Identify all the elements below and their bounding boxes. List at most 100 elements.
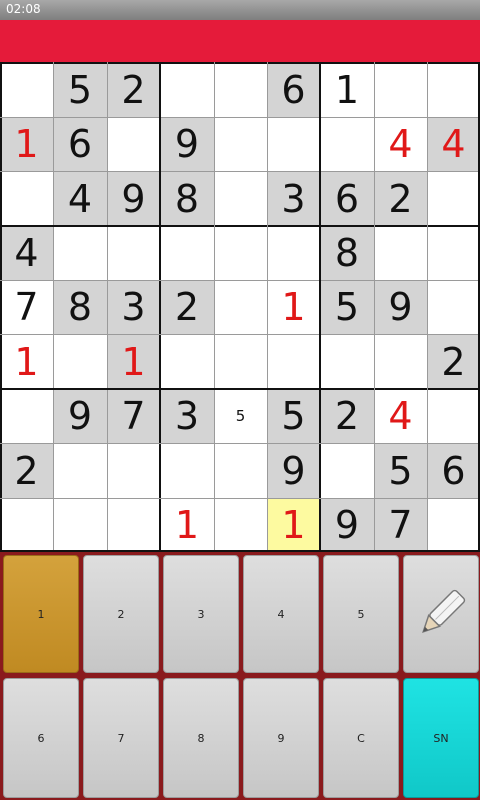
board-cell-r3c1[interactable] <box>0 171 53 226</box>
board-cell-r9c7[interactable]: 9 <box>320 498 374 552</box>
board-cell-r8c1[interactable]: 2 <box>0 443 53 498</box>
board-cell-r3c8[interactable]: 2 <box>374 171 427 226</box>
board-cell-r7c8[interactable]: 4 <box>374 389 427 443</box>
board-cell-r1c8[interactable] <box>374 62 427 117</box>
board-cell-r6c9[interactable]: 2 <box>427 334 480 389</box>
digit-8-button[interactable]: 8 <box>163 678 239 798</box>
board-cell-r6c6[interactable] <box>267 334 320 389</box>
board-cell-r7c4[interactable]: 3 <box>160 389 214 443</box>
board-cell-r1c9[interactable] <box>427 62 480 117</box>
board-cell-r6c3[interactable]: 1 <box>107 334 160 389</box>
board-cell-r2c1[interactable]: 1 <box>0 117 53 171</box>
key-label: 4 <box>277 607 285 621</box>
board-cell-r6c5[interactable] <box>214 334 267 389</box>
board-cell-r3c5[interactable] <box>214 171 267 226</box>
board-cell-r4c1[interactable]: 4 <box>0 226 53 280</box>
digit-4-button[interactable]: 4 <box>243 555 319 673</box>
digit-3-button[interactable]: 3 <box>163 555 239 673</box>
digit-6-button[interactable]: 6 <box>3 678 79 798</box>
board-cell-r7c5[interactable]: 5 <box>214 389 267 443</box>
board-cell-r6c4[interactable] <box>160 334 214 389</box>
board-cell-r9c2[interactable] <box>53 498 107 552</box>
board-cell-r3c3[interactable]: 9 <box>107 171 160 226</box>
digit-5-button[interactable]: 5 <box>323 555 399 673</box>
board-cell-r1c2[interactable]: 5 <box>53 62 107 117</box>
board-cell-r3c9[interactable] <box>427 171 480 226</box>
board-cell-r9c6[interactable]: 1 <box>267 498 320 552</box>
board-cell-r4c5[interactable] <box>214 226 267 280</box>
board-cell-r8c3[interactable] <box>107 443 160 498</box>
board-cell-r8c5[interactable] <box>214 443 267 498</box>
sn-button[interactable]: SN <box>403 678 479 798</box>
board-cell-r5c2[interactable]: 8 <box>53 280 107 334</box>
board-cell-r2c8[interactable]: 4 <box>374 117 427 171</box>
board-cell-r4c7[interactable]: 8 <box>320 226 374 280</box>
board-cell-r8c4[interactable] <box>160 443 214 498</box>
board-cell-r5c7[interactable]: 5 <box>320 280 374 334</box>
board-cell-r3c2[interactable]: 4 <box>53 171 107 226</box>
board-cell-r2c5[interactable] <box>214 117 267 171</box>
board-cell-r8c9[interactable]: 6 <box>427 443 480 498</box>
board-cell-r5c4[interactable]: 2 <box>160 280 214 334</box>
board-cell-r8c6[interactable]: 9 <box>267 443 320 498</box>
board-cell-r1c1[interactable] <box>0 62 53 117</box>
board-cell-r7c2[interactable]: 9 <box>53 389 107 443</box>
board-cell-r1c7[interactable]: 1 <box>320 62 374 117</box>
board-cell-r7c6[interactable]: 5 <box>267 389 320 443</box>
board-cell-r4c6[interactable] <box>267 226 320 280</box>
digit-9-button[interactable]: 9 <box>243 678 319 798</box>
grid-line-horizontal <box>0 498 480 499</box>
board-cell-r3c7[interactable]: 6 <box>320 171 374 226</box>
grid-line-vertical <box>0 62 2 552</box>
grid-line-vertical <box>267 62 268 552</box>
board-cell-r6c2[interactable] <box>53 334 107 389</box>
board-cell-r5c6[interactable]: 1 <box>267 280 320 334</box>
board-cell-r5c3[interactable]: 3 <box>107 280 160 334</box>
board-cell-r4c3[interactable] <box>107 226 160 280</box>
board-cell-r9c1[interactable] <box>0 498 53 552</box>
board-cell-r9c3[interactable] <box>107 498 160 552</box>
board-cell-r8c2[interactable] <box>53 443 107 498</box>
board-cell-r9c4[interactable]: 1 <box>160 498 214 552</box>
board-cell-r9c8[interactable]: 7 <box>374 498 427 552</box>
board-cell-r2c2[interactable]: 6 <box>53 117 107 171</box>
board-cell-r5c1[interactable]: 7 <box>0 280 53 334</box>
board-cell-r1c6[interactable]: 6 <box>267 62 320 117</box>
board-cell-r1c3[interactable]: 2 <box>107 62 160 117</box>
board-cell-r1c5[interactable] <box>214 62 267 117</box>
board-cell-r3c6[interactable]: 3 <box>267 171 320 226</box>
number-keypad: 1 2 3 4 5 6 7 8 9 C SN <box>0 552 480 800</box>
board-cell-r1c4[interactable] <box>160 62 214 117</box>
board-cell-r4c2[interactable] <box>53 226 107 280</box>
board-cell-r7c9[interactable] <box>427 389 480 443</box>
board-cell-r2c3[interactable] <box>107 117 160 171</box>
board-cell-r7c7[interactable]: 2 <box>320 389 374 443</box>
board-cell-r3c4[interactable]: 8 <box>160 171 214 226</box>
board-cell-r7c1[interactable] <box>0 389 53 443</box>
board-cell-r2c7[interactable] <box>320 117 374 171</box>
board-cell-r7c3[interactable]: 7 <box>107 389 160 443</box>
grid-line-horizontal <box>0 62 480 64</box>
board-cell-r2c9[interactable]: 4 <box>427 117 480 171</box>
board-cell-r2c4[interactable]: 9 <box>160 117 214 171</box>
clear-button[interactable]: C <box>323 678 399 798</box>
digit-7-button[interactable]: 7 <box>83 678 159 798</box>
board-cell-r6c1[interactable]: 1 <box>0 334 53 389</box>
board-cell-r8c8[interactable]: 5 <box>374 443 427 498</box>
board-cell-r4c8[interactable] <box>374 226 427 280</box>
title-bar <box>0 20 480 62</box>
board-cell-r5c8[interactable]: 9 <box>374 280 427 334</box>
board-cell-r6c7[interactable] <box>320 334 374 389</box>
pencil-mode-button[interactable] <box>403 555 479 673</box>
board-cell-r4c4[interactable] <box>160 226 214 280</box>
digit-2-button[interactable]: 2 <box>83 555 159 673</box>
board-cell-r5c9[interactable] <box>427 280 480 334</box>
board-cell-r5c5[interactable] <box>214 280 267 334</box>
board-cell-r9c5[interactable] <box>214 498 267 552</box>
board-cell-r4c9[interactable] <box>427 226 480 280</box>
board-cell-r2c6[interactable] <box>267 117 320 171</box>
digit-1-button[interactable]: 1 <box>3 555 79 673</box>
board-cell-r8c7[interactable] <box>320 443 374 498</box>
board-cell-r6c8[interactable] <box>374 334 427 389</box>
board-cell-r9c9[interactable] <box>427 498 480 552</box>
